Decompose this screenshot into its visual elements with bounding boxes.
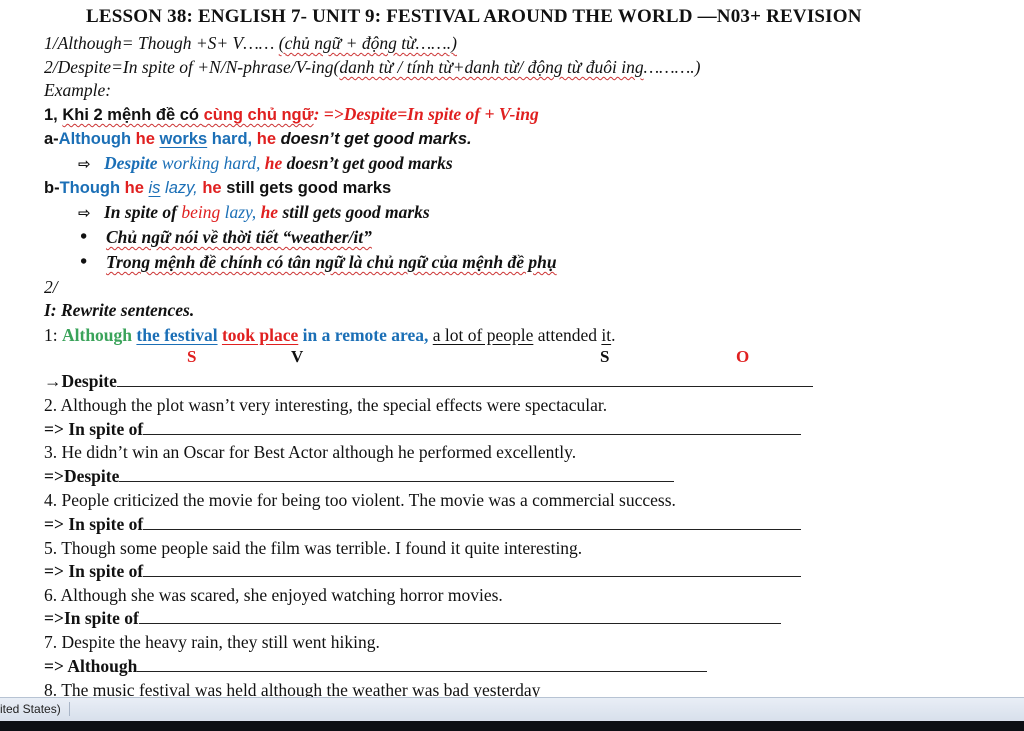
subject-label: S bbox=[600, 347, 610, 366]
example-label: Example: bbox=[44, 80, 112, 100]
question-4: 4. People criticized the movie for being… bbox=[44, 490, 676, 510]
answer-line-5: => In spite of bbox=[44, 560, 802, 582]
answer-blank[interactable] bbox=[138, 609, 781, 624]
verb-label: V bbox=[291, 347, 304, 366]
question-1: 1: Although the festival took place in a… bbox=[44, 325, 616, 345]
rule-despite: 2/Despite=In spite of +N/N-phrase/V-ing(… bbox=[44, 57, 701, 77]
right-arrow-icon: ⇨ bbox=[78, 155, 91, 173]
answer-line-7: => Although bbox=[44, 655, 708, 677]
object-label: O bbox=[736, 347, 750, 366]
answer-line-4: => In spite of bbox=[44, 513, 802, 535]
question-6: 6. Although she was scared, she enjoyed … bbox=[44, 585, 503, 605]
exercise-title: I: Rewrite sentences. bbox=[44, 300, 195, 320]
language-indicator[interactable]: ited States) bbox=[0, 702, 70, 716]
example-b-answer: ⇨ In spite of being lazy, he still gets g… bbox=[78, 202, 430, 222]
answer-blank[interactable] bbox=[116, 372, 813, 387]
bullet-item: • Chủ ngữ nói về thời tiết “weather/it” bbox=[80, 226, 372, 248]
bullet-item: • Trong mệnh đề chính có tân ngữ là chủ n… bbox=[80, 251, 557, 273]
question-3: 3. He didn’t win an Oscar for Best Actor… bbox=[44, 442, 577, 462]
rule-although: 1/Although= Though +S+ V…… (chủ ngữ + độ… bbox=[44, 33, 457, 53]
bullet-icon: • bbox=[80, 251, 88, 273]
answer-blank[interactable] bbox=[137, 657, 708, 672]
example-a: a-Although he works hard, he doesn’t get… bbox=[44, 130, 472, 148]
status-bar: ited States) bbox=[0, 697, 1024, 722]
document-page: LESSON 38: ENGLISH 7- UNIT 9: FESTIVAL A… bbox=[0, 0, 1024, 697]
example-a-answer: ⇨ Despite working hard, he doesn’t get go… bbox=[78, 153, 453, 173]
answer-line-1: →Despite bbox=[44, 370, 813, 392]
answer-line-2: => In spite of bbox=[44, 418, 802, 440]
example-b: b-Though he is lazy, he still gets good … bbox=[44, 179, 392, 197]
case-1-rule: 1, Khi 2 mệnh đề có cùng chủ ngữ: =>Desp… bbox=[44, 104, 539, 124]
page-title: LESSON 38: ENGLISH 7- UNIT 9: FESTIVAL A… bbox=[86, 6, 862, 27]
question-7: 7. Despite the heavy rain, they still we… bbox=[44, 632, 380, 652]
bullet-icon: • bbox=[80, 226, 88, 248]
answer-line-3: =>Despite bbox=[44, 465, 675, 487]
answer-blank[interactable] bbox=[143, 562, 802, 577]
question-2: 2. Although the plot wasn’t very interes… bbox=[44, 395, 608, 415]
answer-blank[interactable] bbox=[119, 467, 675, 482]
answer-blank[interactable] bbox=[143, 515, 802, 530]
question-8: 8. The music festival was held although … bbox=[44, 680, 541, 697]
subject-label: S bbox=[187, 347, 197, 366]
right-arrow-icon: ⇨ bbox=[78, 204, 91, 222]
question-5: 5. Though some people said the film was … bbox=[44, 538, 583, 558]
answer-blank[interactable] bbox=[143, 420, 802, 435]
answer-line-6: =>In spite of bbox=[44, 607, 781, 629]
case-2-label: 2/ bbox=[44, 277, 58, 297]
taskbar bbox=[0, 721, 1024, 731]
